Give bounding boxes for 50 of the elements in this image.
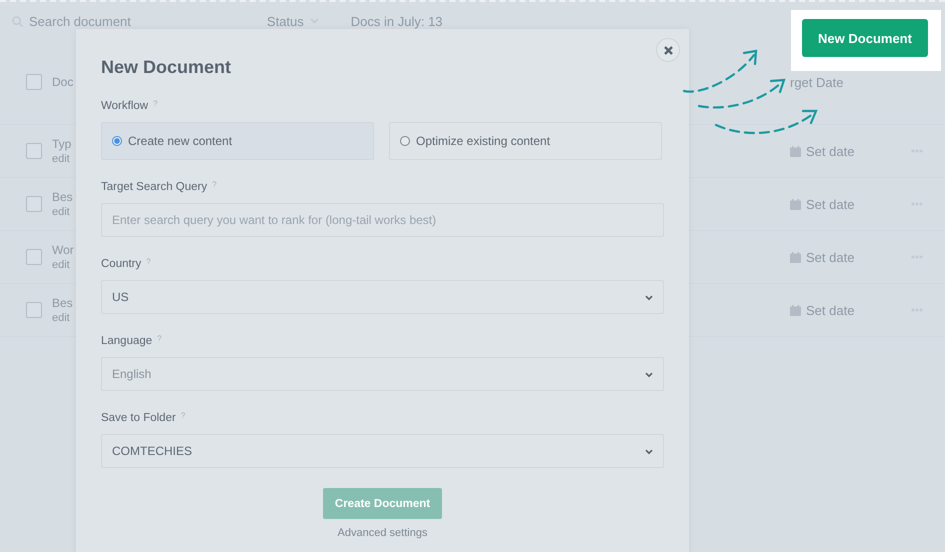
field-label: Country bbox=[101, 257, 142, 271]
close-button[interactable] bbox=[656, 38, 680, 62]
document-title[interactable]: Wor bbox=[52, 243, 74, 257]
set-date-link[interactable]: Set date bbox=[806, 196, 854, 212]
document-title[interactable]: Bes bbox=[52, 190, 73, 204]
select-field[interactable]: US bbox=[101, 280, 664, 314]
advanced-settings-link[interactable]: Advanced settings bbox=[338, 527, 428, 539]
column-header: rget Date bbox=[790, 74, 844, 90]
help-mark[interactable]: ? bbox=[212, 180, 217, 189]
close-icon bbox=[664, 46, 672, 54]
row-checkbox[interactable] bbox=[26, 249, 42, 265]
select-field[interactable]: COMTECHIES bbox=[101, 434, 664, 468]
set-date-link[interactable]: Set date bbox=[806, 144, 854, 158]
select-all-checkbox[interactable] bbox=[26, 74, 42, 90]
row-checkbox[interactable] bbox=[26, 196, 42, 212]
row-checkbox[interactable] bbox=[26, 143, 42, 159]
help-mark[interactable]: ? bbox=[157, 334, 162, 343]
column-header: Doc bbox=[52, 75, 74, 89]
document-subtitle: edit bbox=[52, 153, 70, 165]
chevron-icon bbox=[645, 372, 653, 378]
search-field[interactable]: Search document bbox=[29, 14, 131, 28]
field-label: Workflow bbox=[101, 99, 148, 113]
docs-count: Docs in July: 13 bbox=[350, 14, 443, 28]
calendar-icon bbox=[790, 198, 801, 210]
field-label: Language bbox=[101, 334, 152, 348]
search-query-field[interactable]: Enter search query you want to rank for (long-tail works best) bbox=[101, 203, 664, 237]
calendar-icon bbox=[790, 304, 801, 316]
help-mark[interactable]: ? bbox=[146, 257, 151, 266]
help-mark[interactable]: ? bbox=[153, 99, 158, 108]
status-filter[interactable]: Status bbox=[266, 14, 304, 28]
row-checkbox[interactable] bbox=[26, 302, 42, 318]
help-mark[interactable]: ? bbox=[180, 411, 186, 420]
document-subtitle: edit bbox=[52, 312, 70, 324]
document-title[interactable]: Bes bbox=[52, 296, 73, 310]
new-document-button[interactable]: New Document bbox=[802, 19, 928, 57]
workflow-option[interactable]: Create new content bbox=[101, 122, 374, 160]
calendar-icon bbox=[790, 252, 801, 262]
field-label: Save to Folder bbox=[101, 411, 176, 425]
field-label: Target Search Query bbox=[101, 180, 208, 194]
calendar-icon bbox=[790, 146, 801, 156]
document-title[interactable]: Typ bbox=[52, 137, 72, 151]
chevron-icon bbox=[645, 295, 653, 301]
set-date-link[interactable]: Set date bbox=[806, 250, 854, 264]
chevron-icon bbox=[645, 449, 653, 455]
set-date-link[interactable]: Set date bbox=[806, 302, 854, 318]
modal-title: New Document bbox=[101, 56, 232, 79]
document-subtitle: edit bbox=[52, 206, 70, 218]
select-field[interactable]: English bbox=[101, 357, 664, 391]
document-subtitle: edit bbox=[52, 259, 70, 271]
workflow-option[interactable]: Optimize existing content bbox=[389, 122, 662, 160]
